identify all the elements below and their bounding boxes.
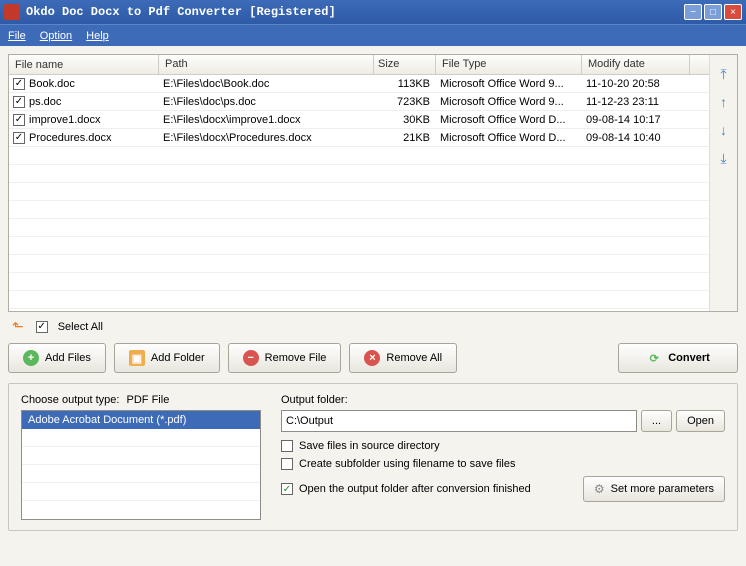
save-source-label: Save files in source directory bbox=[299, 440, 440, 452]
file-date: 11-12-23 23:11 bbox=[582, 96, 690, 108]
file-path: E:\Files\doc\ps.doc bbox=[159, 96, 374, 108]
move-down-button[interactable]: ↓ bbox=[715, 121, 733, 139]
output-folder-label: Output folder: bbox=[281, 394, 725, 406]
open-folder-button[interactable]: Open bbox=[676, 410, 725, 432]
file-size: 723KB bbox=[374, 96, 436, 108]
table-row[interactable]: ✓ improve1.docx E:\Files\docx\improve1.doc… bbox=[9, 111, 709, 129]
create-subfolder-checkbox[interactable] bbox=[281, 458, 293, 470]
output-folder-input[interactable] bbox=[281, 410, 637, 432]
row-checkbox[interactable]: ✓ bbox=[13, 132, 25, 144]
header-type[interactable]: File Type bbox=[436, 55, 582, 74]
table-body: ✓Book.docE:\Files\doc\Book.doc113KBMicro… bbox=[9, 75, 709, 309]
select-all-checkbox[interactable]: ✓ bbox=[36, 321, 48, 333]
choose-output-label: Choose output type: bbox=[21, 394, 119, 406]
file-path: E:\Files\doc\Book.doc bbox=[159, 78, 374, 90]
plus-icon: + bbox=[23, 350, 39, 366]
set-more-parameters-button[interactable]: ⚙ Set more parameters bbox=[583, 476, 725, 502]
gear-icon: ⚙ bbox=[594, 482, 605, 496]
header-name[interactable]: File name bbox=[9, 55, 159, 74]
open-after-label: Open the output folder after conversion … bbox=[299, 483, 531, 495]
file-size: 113KB bbox=[374, 78, 436, 90]
remove-file-button[interactable]: −Remove File bbox=[228, 343, 342, 373]
maximize-button[interactable]: □ bbox=[704, 4, 722, 20]
file-path: E:\Files\docx\Procedures.docx bbox=[159, 132, 374, 144]
header-size[interactable]: Size bbox=[374, 55, 436, 74]
title-bar: Okdo Doc Docx to Pdf Converter [Register… bbox=[0, 0, 746, 24]
output-type-listbox[interactable]: Adobe Acrobat Document (*.pdf) bbox=[21, 410, 261, 520]
file-type: Microsoft Office Word D... bbox=[436, 114, 582, 126]
file-name: ps.doc bbox=[29, 96, 61, 108]
file-type: Microsoft Office Word 9... bbox=[436, 96, 582, 108]
output-folder-section: Output folder: ... Open Save files in so… bbox=[281, 394, 725, 520]
file-name: improve1.docx bbox=[29, 114, 101, 126]
table-row[interactable]: ✓ Procedures.docx E:\Files\docx\Procedures… bbox=[9, 129, 709, 147]
file-name: Book.doc bbox=[29, 78, 75, 90]
header-date[interactable]: Modify date bbox=[582, 55, 690, 74]
window-title: Okdo Doc Docx to Pdf Converter [Register… bbox=[26, 5, 682, 19]
choose-output-value: PDF File bbox=[127, 394, 170, 406]
add-files-button[interactable]: +Add Files bbox=[8, 343, 106, 373]
table-row[interactable]: ✓ ps.doc E:\Files\doc\ps.doc723KBMicrosoft… bbox=[9, 93, 709, 111]
move-bottom-button[interactable]: ⤓ bbox=[715, 149, 733, 167]
file-name: Procedures.docx bbox=[29, 132, 112, 144]
row-checkbox[interactable]: ✓ bbox=[13, 78, 25, 90]
reorder-buttons: ⤒ ↑ ↓ ⤓ bbox=[709, 55, 737, 311]
app-icon bbox=[4, 4, 20, 20]
convert-button[interactable]: ⟳Convert bbox=[618, 343, 738, 373]
menu-bar: File Option Help bbox=[0, 24, 746, 46]
file-table: File name Path Size File Type Modify dat… bbox=[9, 55, 709, 311]
menu-file[interactable]: File bbox=[8, 30, 26, 42]
create-subfolder-row: Create subfolder using filename to save … bbox=[281, 458, 725, 470]
select-all-label: Select All bbox=[58, 321, 103, 333]
remove-all-button[interactable]: ×Remove All bbox=[349, 343, 457, 373]
file-date: 09-08-14 10:17 bbox=[582, 114, 690, 126]
move-up-button[interactable]: ↑ bbox=[715, 93, 733, 111]
x-icon: × bbox=[364, 350, 380, 366]
action-button-row: +Add Files ▣Add Folder −Remove File ×Rem… bbox=[8, 343, 738, 373]
add-folder-button[interactable]: ▣Add Folder bbox=[114, 343, 220, 373]
table-header: File name Path Size File Type Modify dat… bbox=[9, 55, 709, 75]
file-path: E:\Files\docx\improve1.docx bbox=[159, 114, 374, 126]
menu-help[interactable]: Help bbox=[86, 30, 109, 42]
minus-icon: − bbox=[243, 350, 259, 366]
file-list-panel: File name Path Size File Type Modify dat… bbox=[8, 54, 738, 312]
up-folder-icon[interactable]: ⬑ bbox=[12, 318, 24, 335]
file-date: 09-08-14 10:40 bbox=[582, 132, 690, 144]
row-checkbox[interactable]: ✓ bbox=[13, 96, 25, 108]
file-size: 30KB bbox=[374, 114, 436, 126]
browse-button[interactable]: ... bbox=[641, 410, 672, 432]
close-button[interactable]: × bbox=[724, 4, 742, 20]
save-source-checkbox[interactable] bbox=[281, 440, 293, 452]
open-after-checkbox[interactable]: ✓ bbox=[281, 483, 293, 495]
table-row[interactable]: ✓ Book.doc E:\Files\doc\Book.doc113KBMicro… bbox=[9, 75, 709, 93]
select-all-row: ⬑ ✓ Select All bbox=[12, 318, 738, 335]
minimize-button[interactable]: − bbox=[684, 4, 702, 20]
file-type: Microsoft Office Word D... bbox=[436, 132, 582, 144]
row-checkbox[interactable]: ✓ bbox=[13, 114, 25, 126]
output-type-section: Choose output type: PDF File Adobe Acrob… bbox=[21, 394, 261, 520]
output-panel: Choose output type: PDF File Adobe Acrob… bbox=[8, 383, 738, 531]
move-top-button[interactable]: ⤒ bbox=[715, 65, 733, 83]
menu-option[interactable]: Option bbox=[40, 30, 72, 42]
folder-icon: ▣ bbox=[129, 350, 145, 366]
output-type-item[interactable]: Adobe Acrobat Document (*.pdf) bbox=[22, 411, 260, 429]
file-type: Microsoft Office Word 9... bbox=[436, 78, 582, 90]
open-after-row: ✓ Open the output folder after conversio… bbox=[281, 483, 531, 495]
content-area: File name Path Size File Type Modify dat… bbox=[0, 46, 746, 566]
file-date: 11-10-20 20:58 bbox=[582, 78, 690, 90]
save-source-row: Save files in source directory bbox=[281, 440, 725, 452]
create-subfolder-label: Create subfolder using filename to save … bbox=[299, 458, 515, 470]
file-size: 21KB bbox=[374, 132, 436, 144]
header-path[interactable]: Path bbox=[159, 55, 374, 74]
convert-icon: ⟳ bbox=[646, 350, 662, 366]
